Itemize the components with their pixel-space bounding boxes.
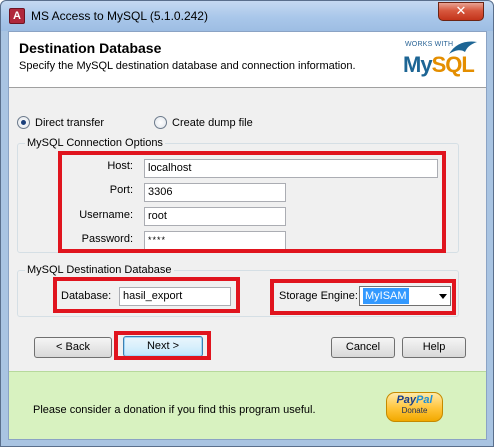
page-subtitle: Specify the MySQL destination database a… — [19, 60, 356, 72]
window-title: MS Access to MySQL (5.1.0.242) — [31, 9, 208, 23]
radio-icon[interactable] — [154, 116, 167, 129]
direct-transfer-label: Direct transfer — [35, 116, 105, 129]
dolphin-icon — [449, 41, 477, 54]
app-window: A MS Access to MySQL (5.1.0.242) ✕ Desti… — [0, 0, 494, 447]
highlight-storage-engine — [270, 279, 456, 315]
cancel-button[interactable]: Cancel — [331, 337, 395, 358]
destination-group-label: MySQL Destination Database — [25, 264, 174, 276]
radio-icon[interactable] — [17, 116, 30, 129]
page-title: Destination Database — [19, 40, 162, 56]
highlight-connection-fields — [58, 151, 446, 253]
close-button[interactable]: ✕ — [438, 2, 484, 21]
title-bar[interactable]: A MS Access to MySQL (5.1.0.242) ✕ — [1, 1, 493, 31]
paypal-donate-button[interactable]: PayPal Donate — [386, 392, 443, 422]
radio-direct-transfer[interactable]: Direct transfer — [17, 116, 104, 129]
mysql-logo: WORKS WITH MySQL — [395, 38, 479, 84]
app-icon: A — [9, 8, 25, 24]
paypal-donate-label: Donate — [401, 406, 428, 415]
highlight-database-field — [53, 277, 240, 313]
radio-create-dump[interactable]: Create dump file — [154, 116, 253, 129]
help-button[interactable]: Help — [402, 337, 466, 358]
wizard-header: Destination Database Specify the MySQL d… — [9, 32, 486, 88]
connection-group-label: MySQL Connection Options — [25, 137, 165, 149]
paypal-logo: PayPal — [396, 394, 433, 406]
create-dump-label: Create dump file — [172, 116, 253, 129]
highlight-next-button — [114, 331, 211, 360]
donation-footer: Please consider a donation if you find t… — [9, 371, 486, 439]
back-button[interactable]: < Back — [34, 337, 112, 358]
donation-message: Please consider a donation if you find t… — [33, 404, 316, 416]
